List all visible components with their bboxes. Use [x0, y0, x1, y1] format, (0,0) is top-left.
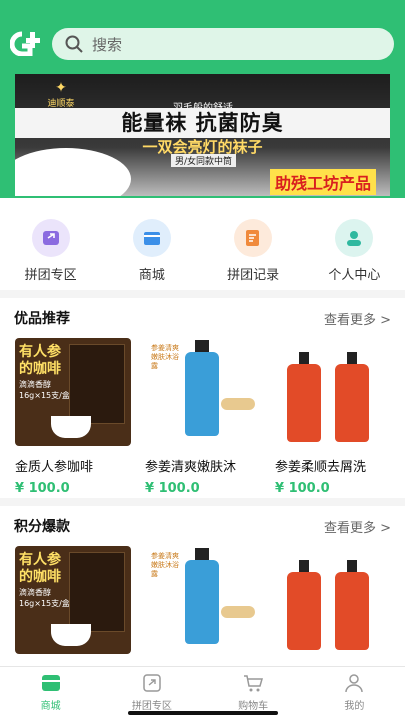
- coffee-pack-title: 有人参 的咖啡: [19, 344, 61, 378]
- shampoo-bottle: [335, 364, 369, 442]
- coffee-line4: 16g×15支/盒: [19, 599, 70, 608]
- coffee-box: [69, 552, 125, 632]
- nav-icon-bg: [132, 219, 171, 257]
- product-row: 有人参 的咖啡 滴滴香醇 16g×15支/盒 参姜清爽嫩肤沐浴露: [0, 546, 405, 654]
- coffee-pack-sub: 滴滴香醇 16g×15支/盒: [19, 587, 70, 609]
- group-buy-icon: [42, 231, 59, 245]
- group-buy-tab-icon: [143, 674, 161, 692]
- search-bar[interactable]: 搜索: [52, 28, 394, 60]
- tab-mine[interactable]: 我的: [304, 667, 405, 720]
- banner-brand: ✦ 迪顺泰: [37, 80, 85, 109]
- view-more-link[interactable]: 查看更多 >: [324, 309, 391, 328]
- quick-nav: 拼团专区 商城 拼团记录 个人中心: [0, 198, 405, 290]
- nav-label: 拼团专区: [24, 268, 77, 283]
- search-placeholder: 搜索: [92, 35, 123, 54]
- section-recommended: 优品推荐 查看更多 > 有人参 的咖啡 滴滴香醇 16g×15支/盒 金质人参咖啡 …: [0, 298, 405, 498]
- coffee-cup: [51, 624, 91, 646]
- product-card[interactable]: [275, 546, 391, 654]
- shampoo-bottle: [287, 572, 321, 650]
- product-image-gel: 参姜清爽嫩肤沐浴露: [145, 338, 261, 446]
- view-more-link[interactable]: 查看更多 >: [324, 517, 391, 536]
- nav-store[interactable]: 商城: [101, 198, 202, 290]
- section-title: 积分爆款: [14, 519, 70, 535]
- user-tab-icon: [345, 674, 364, 693]
- product-image-gel: 参姜清爽嫩肤沐浴露: [145, 546, 261, 654]
- product-name: 金质人参咖啡: [15, 460, 94, 475]
- tab-store[interactable]: 商城: [0, 667, 101, 720]
- tab-label: 我的: [344, 701, 365, 712]
- shampoo-bottle: [287, 364, 321, 442]
- product-name: 参姜清爽嫩肤沐: [145, 460, 237, 475]
- product-image-shampoo: [275, 338, 391, 446]
- nav-label: 拼团记录: [227, 268, 280, 283]
- coffee-line2: 的咖啡: [19, 361, 61, 377]
- coffee-line1: 有人参: [19, 552, 61, 568]
- product-row: 有人参 的咖啡 滴滴香醇 16g×15支/盒 金质人参咖啡 ¥ 100.0 参姜清爽…: [0, 338, 405, 496]
- product-price: ¥ 100.0: [145, 481, 200, 496]
- store-tab-icon: [41, 675, 60, 691]
- banner-factory-tag: 助残工坊产品: [269, 169, 376, 195]
- user-icon: [347, 231, 362, 246]
- product-card[interactable]: 有人参 的咖啡 滴滴香醇 16g×15支/盒: [15, 546, 131, 654]
- section-header: 积分爆款 查看更多 >: [0, 506, 405, 546]
- section-points-hot: 积分爆款 查看更多 > 有人参 的咖啡 滴滴香醇 16g×15支/盒 参姜清爽嫩肤沐…: [0, 506, 405, 666]
- record-icon: [246, 230, 260, 246]
- coffee-box: [69, 344, 125, 424]
- coffee-pack-title: 有人参 的咖啡: [19, 552, 61, 586]
- gel-label: 参姜清爽嫩肤沐浴露: [151, 344, 179, 370]
- shampoo-bottle: [335, 572, 369, 650]
- ginseng-root: [221, 398, 255, 410]
- cart-icon: [244, 675, 264, 692]
- store-icon: [143, 232, 160, 245]
- tab-label: 商城: [40, 701, 61, 712]
- nav-profile[interactable]: 个人中心: [304, 198, 405, 290]
- coffee-line3: 滴滴香醇: [19, 380, 51, 389]
- coffee-line4: 16g×15支/盒: [19, 391, 70, 400]
- coffee-line2: 的咖啡: [19, 569, 61, 585]
- nav-icon-bg: [335, 219, 374, 257]
- home-indicator: [128, 711, 278, 715]
- nav-group-record[interactable]: 拼团记录: [203, 198, 304, 290]
- banner-tag-unisex: 男/女同款中筒: [171, 154, 237, 167]
- banner-title: 能量袜 抗菌防臭: [15, 108, 390, 138]
- product-name: 参姜柔顺去屑洗: [275, 460, 367, 475]
- product-card[interactable]: 有人参 的咖啡 滴滴香醇 16g×15支/盒 金质人参咖啡 ¥ 100.0: [15, 338, 131, 496]
- coffee-pack-sub: 滴滴香醇 16g×15支/盒: [19, 379, 70, 401]
- promo-banner[interactable]: ✦ 迪顺泰 羽毛般的舒适 能量袜 抗菌防臭 一双会亮灯的袜子 男/女同款中筒 助…: [15, 74, 390, 196]
- ginseng-root: [221, 606, 255, 618]
- tab-label: 购物车: [238, 701, 269, 712]
- nav-icon-bg: [234, 219, 273, 257]
- coffee-line3: 滴滴香醇: [19, 588, 51, 597]
- nav-label: 商城: [138, 268, 165, 283]
- nav-group-buy[interactable]: 拼团专区: [0, 198, 101, 290]
- coffee-line1: 有人参: [19, 344, 61, 360]
- product-card[interactable]: 参姜清爽嫩肤沐浴露 参姜清爽嫩肤沐 ¥ 100.0: [145, 338, 261, 496]
- gel-bottle: [185, 560, 219, 644]
- section-header: 优品推荐 查看更多 >: [0, 298, 405, 338]
- product-price: ¥ 100.0: [15, 481, 70, 496]
- search-icon: [65, 35, 83, 53]
- product-image-coffee: 有人参 的咖啡 滴滴香醇 16g×15支/盒: [15, 546, 131, 654]
- app-logo-icon[interactable]: [10, 30, 42, 56]
- nav-icon-bg: [31, 219, 70, 257]
- tab-label: 拼团专区: [131, 701, 172, 712]
- product-image-coffee: 有人参 的咖啡 滴滴香醇 16g×15支/盒: [15, 338, 131, 446]
- coffee-cup: [51, 416, 91, 438]
- nav-label: 个人中心: [328, 268, 381, 283]
- product-image-shampoo: [275, 546, 391, 654]
- gel-label: 参姜清爽嫩肤沐浴露: [151, 552, 179, 578]
- product-card[interactable]: 参姜清爽嫩肤沐浴露: [145, 546, 261, 654]
- gel-bottle: [185, 352, 219, 436]
- product-price: ¥ 100.0: [275, 481, 330, 496]
- section-title: 优品推荐: [14, 311, 70, 327]
- product-card[interactable]: 参姜柔顺去屑洗 ¥ 100.0: [275, 338, 391, 496]
